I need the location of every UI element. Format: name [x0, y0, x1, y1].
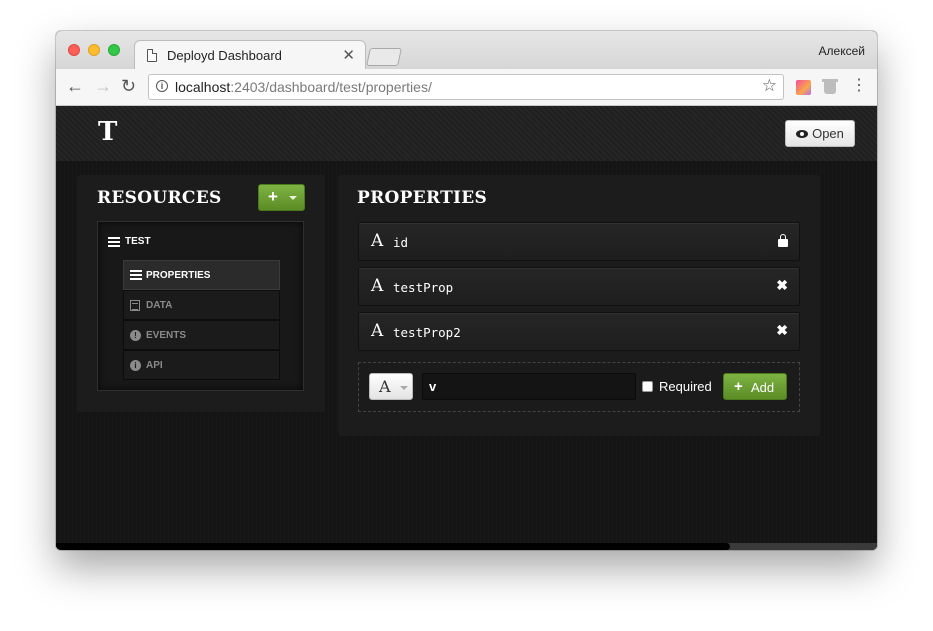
open-button-label: Open [812, 126, 844, 141]
property-row-testprop[interactable]: A testProp ✖ [358, 267, 800, 306]
remove-icon[interactable]: ✖ [776, 322, 788, 339]
property-row-testprop2[interactable]: A testProp2 ✖ [358, 312, 800, 351]
sidebar-item-label: DATA [146, 300, 173, 311]
new-property-form: A Required + Add [358, 362, 800, 412]
add-property-button[interactable]: + Add [723, 373, 787, 400]
property-row-id[interactable]: A id [358, 222, 800, 261]
string-type-icon: A [371, 231, 384, 251]
lock-icon [778, 234, 788, 247]
type-select[interactable]: A [369, 373, 413, 400]
resource-name: TEST [125, 236, 151, 247]
browser-menu-icon[interactable]: ⋮ [851, 77, 867, 95]
required-checkbox[interactable] [642, 381, 653, 392]
required-label[interactable]: Required [659, 379, 712, 394]
browser-tab[interactable]: Deployd Dashboard ✕ [134, 40, 366, 70]
zoom-window-button[interactable] [108, 44, 120, 56]
resources-panel: RESOURCES + TEST PROPERTIES DATA ! EVENT… [77, 175, 325, 412]
property-name: testProp2 [393, 325, 461, 340]
new-tab-button[interactable] [366, 48, 402, 66]
string-type-icon: A [371, 276, 384, 296]
resources-heading: RESOURCES [97, 188, 222, 208]
horizontal-scrollbar[interactable] [56, 543, 877, 550]
add-resource-button[interactable]: + [258, 184, 305, 211]
property-name: testProp [393, 280, 454, 295]
resource-tree: TEST PROPERTIES DATA ! EVENTS i API [97, 221, 304, 391]
scrollbar-thumb[interactable] [56, 543, 730, 550]
sidebar-item-label: PROPERTIES [146, 270, 211, 281]
info-icon: i [130, 360, 141, 371]
title-bar: Deployd Dashboard ✕ Алексей [56, 31, 877, 70]
sidebar-item-properties[interactable]: PROPERTIES [123, 260, 280, 290]
tab-title: Deployd Dashboard [167, 48, 282, 63]
sidebar-item-api[interactable]: i API [123, 350, 280, 380]
type-select-value: A [379, 377, 391, 396]
dashboard-page: T Open RESOURCES + TEST PROPERTIES DATA … [56, 106, 877, 550]
url-host: localhost [175, 79, 231, 95]
browser-window: Deployd Dashboard ✕ Алексей ← → ↻ i loca… [56, 31, 877, 550]
open-button[interactable]: Open [785, 120, 855, 147]
properties-heading: PROPERTIES [357, 188, 488, 208]
exclamation-icon: ! [130, 330, 141, 341]
profile-name[interactable]: Алексей [819, 44, 865, 58]
list-icon [108, 236, 120, 247]
add-button-label: Add [751, 380, 775, 395]
string-type-icon: A [371, 321, 384, 341]
list-icon [130, 270, 142, 280]
bookmark-star-icon[interactable]: ☆ [762, 76, 777, 96]
sidebar-item-events[interactable]: ! EVENTS [123, 320, 280, 350]
plus-icon: + [268, 187, 278, 206]
sidebar-item-data[interactable]: DATA [123, 290, 280, 320]
app-logo[interactable]: T [98, 117, 117, 147]
forward-arrow-icon[interactable]: → [94, 76, 112, 96]
plus-icon: + [734, 378, 743, 395]
browser-toolbar: ← → ↻ i localhost:2403/dashboard/test/pr… [56, 69, 877, 106]
caret-down-icon [289, 196, 297, 200]
minimize-window-button[interactable] [88, 44, 100, 56]
site-info-icon[interactable]: i [156, 80, 168, 92]
address-bar[interactable]: i localhost:2403/dashboard/test/properti… [148, 74, 784, 100]
property-name-input[interactable] [422, 373, 636, 400]
resource-test[interactable]: TEST [108, 236, 151, 247]
remove-icon[interactable]: ✖ [776, 277, 788, 294]
property-name: id [393, 235, 409, 250]
extension-icon[interactable] [796, 80, 811, 95]
eye-icon [796, 129, 809, 138]
back-arrow-icon[interactable]: ← [66, 76, 84, 96]
url-path: :2403/dashboard/test/properties/ [230, 79, 432, 95]
app-header: T Open [56, 106, 877, 161]
sidebar-item-label: API [146, 360, 163, 371]
url-text[interactable]: localhost:2403/dashboard/test/properties… [175, 79, 432, 95]
properties-panel: PROPERTIES A id A testProp ✖ A testProp2… [338, 175, 820, 436]
reload-icon[interactable]: ↻ [121, 76, 136, 96]
sidebar-item-label: EVENTS [146, 330, 187, 341]
grid-icon [130, 300, 140, 311]
close-window-button[interactable] [68, 44, 80, 56]
trash-extension-icon[interactable] [822, 79, 838, 94]
page-icon [147, 49, 157, 62]
tab-close-icon[interactable]: ✕ [342, 46, 355, 64]
caret-down-icon [400, 386, 408, 390]
